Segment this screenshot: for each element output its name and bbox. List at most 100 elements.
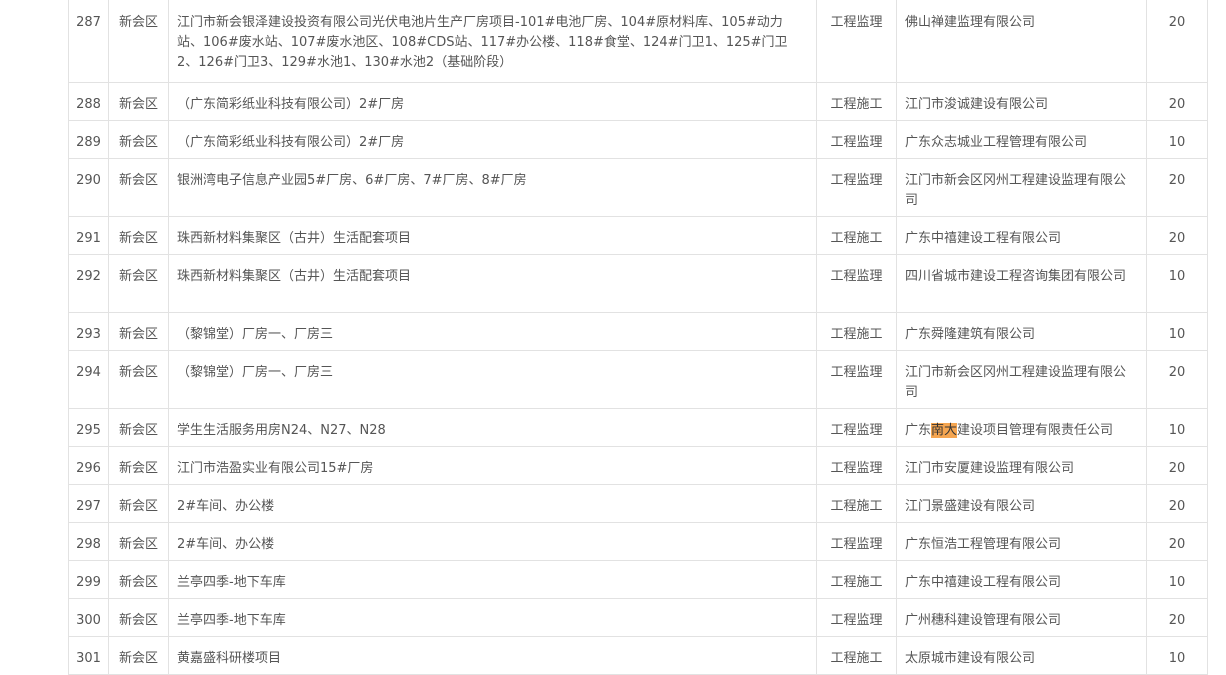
work-type-cell: 工程施工 — [816, 82, 897, 121]
score-cell: 10 — [1146, 560, 1208, 599]
table-row: 297 新会区 2#车间、办公楼 工程施工 江门景盛建设有限公司 20 — [68, 484, 1208, 523]
score-cell: 20 — [1146, 598, 1208, 637]
score-cell: 10 — [1146, 312, 1208, 351]
district-cell: 新会区 — [108, 120, 169, 159]
project-name-cell: 2#车间、办公楼 — [168, 484, 817, 523]
district-cell: 新会区 — [108, 216, 169, 255]
district-cell: 新会区 — [108, 158, 169, 217]
project-name-cell: 江门市新会银泽建设投资有限公司光伏电池片生产厂房项目-101#电池厂房、104#… — [168, 0, 817, 83]
district-cell: 新会区 — [108, 0, 169, 83]
work-type-cell: 工程监理 — [816, 158, 897, 217]
row-number: 289 — [68, 120, 109, 159]
score-cell: 20 — [1146, 216, 1208, 255]
table-row: 296 新会区 江门市浩盈实业有限公司15#厂房 工程监理 江门市安厦建设监理有… — [68, 446, 1208, 485]
score-cell: 20 — [1146, 484, 1208, 523]
row-number: 294 — [68, 350, 109, 409]
score-cell: 20 — [1146, 158, 1208, 217]
project-name-cell: 2#车间、办公楼 — [168, 522, 817, 561]
district-cell: 新会区 — [108, 312, 169, 351]
row-number: 295 — [68, 408, 109, 447]
company-cell: 四川省城市建设工程咨询集团有限公司 — [896, 254, 1147, 313]
work-type-cell: 工程施工 — [816, 216, 897, 255]
project-name-cell: 珠西新材料集聚区（古井）生活配套项目 — [168, 254, 817, 313]
table-row: 288 新会区 （广东简彩纸业科技有限公司）2#厂房 工程施工 江门市浚诚建设有… — [68, 82, 1208, 121]
work-type-cell: 工程监理 — [816, 522, 897, 561]
row-number: 301 — [68, 636, 109, 675]
district-cell: 新会区 — [108, 446, 169, 485]
table-row: 298 新会区 2#车间、办公楼 工程监理 广东恒浩工程管理有限公司 20 — [68, 522, 1208, 561]
results-table: 287 新会区 江门市新会银泽建设投资有限公司光伏电池片生产厂房项目-101#电… — [68, 0, 1208, 675]
table-row: 299 新会区 兰亭四季-地下车库 工程施工 广东中禧建设工程有限公司 10 — [68, 560, 1208, 599]
district-cell: 新会区 — [108, 560, 169, 599]
row-number: 288 — [68, 82, 109, 121]
score-cell: 20 — [1146, 446, 1208, 485]
project-name-cell: （广东简彩纸业科技有限公司）2#厂房 — [168, 120, 817, 159]
district-cell: 新会区 — [108, 82, 169, 121]
company-cell: 江门市新会区冈州工程建设监理有限公司 — [896, 158, 1147, 217]
work-type-cell: 工程施工 — [816, 636, 897, 675]
district-cell: 新会区 — [108, 598, 169, 637]
company-cell: 江门市安厦建设监理有限公司 — [896, 446, 1147, 485]
project-name-cell: （广东简彩纸业科技有限公司）2#厂房 — [168, 82, 817, 121]
row-number: 291 — [68, 216, 109, 255]
work-type-cell: 工程监理 — [816, 120, 897, 159]
row-number: 297 — [68, 484, 109, 523]
company-cell: 广东中禧建设工程有限公司 — [896, 216, 1147, 255]
project-name-cell: 银洲湾电子信息产业园5#厂房、6#厂房、7#厂房、8#厂房 — [168, 158, 817, 217]
row-number: 300 — [68, 598, 109, 637]
district-cell: 新会区 — [108, 408, 169, 447]
project-name-cell: 珠西新材料集聚区（古井）生活配套项目 — [168, 216, 817, 255]
score-cell: 10 — [1146, 254, 1208, 313]
score-cell: 20 — [1146, 82, 1208, 121]
company-name-prefix: 广东 — [905, 423, 932, 438]
score-cell: 10 — [1146, 120, 1208, 159]
project-name-cell: 兰亭四季-地下车库 — [168, 560, 817, 599]
search-highlight: 南大 — [931, 423, 958, 438]
company-cell: 广东中禧建设工程有限公司 — [896, 560, 1147, 599]
table-row: 292 新会区 珠西新材料集聚区（古井）生活配套项目 工程监理 四川省城市建设工… — [68, 254, 1208, 313]
row-number: 293 — [68, 312, 109, 351]
score-cell: 20 — [1146, 350, 1208, 409]
company-cell: 广州穗科建设管理有限公司 — [896, 598, 1147, 637]
work-type-cell: 工程施工 — [816, 484, 897, 523]
project-name-cell: 兰亭四季-地下车库 — [168, 598, 817, 637]
company-name-suffix: 建设项目管理有限责任公司 — [957, 423, 1114, 438]
company-cell: 江门市新会区冈州工程建设监理有限公司 — [896, 350, 1147, 409]
work-type-cell: 工程监理 — [816, 408, 897, 447]
company-cell: 广东舜隆建筑有限公司 — [896, 312, 1147, 351]
row-number: 296 — [68, 446, 109, 485]
district-cell: 新会区 — [108, 522, 169, 561]
company-cell: 太原城市建设有限公司 — [896, 636, 1147, 675]
row-number: 292 — [68, 254, 109, 313]
row-number: 290 — [68, 158, 109, 217]
table-row: 294 新会区 （黎锦堂）厂房一、厂房三 工程监理 江门市新会区冈州工程建设监理… — [68, 350, 1208, 409]
project-name-cell: （黎锦堂）厂房一、厂房三 — [168, 350, 817, 409]
company-cell: 广东恒浩工程管理有限公司 — [896, 522, 1147, 561]
table-row: 295 新会区 学生生活服务用房N24、N27、N28 工程监理 广东南大建设项… — [68, 408, 1208, 447]
work-type-cell: 工程监理 — [816, 598, 897, 637]
table-row: 291 新会区 珠西新材料集聚区（古井）生活配套项目 工程施工 广东中禧建设工程… — [68, 216, 1208, 255]
project-name-cell: 江门市浩盈实业有限公司15#厂房 — [168, 446, 817, 485]
table-row: 301 新会区 黄嘉盛科研楼项目 工程施工 太原城市建设有限公司 10 — [68, 636, 1208, 675]
company-cell: 广东南大建设项目管理有限责任公司 — [896, 408, 1147, 447]
score-cell: 10 — [1146, 636, 1208, 675]
district-cell: 新会区 — [108, 636, 169, 675]
row-number: 299 — [68, 560, 109, 599]
company-cell: 广东众志城业工程管理有限公司 — [896, 120, 1147, 159]
work-type-cell: 工程施工 — [816, 312, 897, 351]
table-row: 289 新会区 （广东简彩纸业科技有限公司）2#厂房 工程监理 广东众志城业工程… — [68, 120, 1208, 159]
work-type-cell: 工程监理 — [816, 446, 897, 485]
score-cell: 20 — [1146, 522, 1208, 561]
company-cell: 佛山禅建监理有限公司 — [896, 0, 1147, 83]
work-type-cell: 工程监理 — [816, 0, 897, 83]
work-type-cell: 工程监理 — [816, 254, 897, 313]
project-name-cell: 学生生活服务用房N24、N27、N28 — [168, 408, 817, 447]
table-row: 293 新会区 （黎锦堂）厂房一、厂房三 工程施工 广东舜隆建筑有限公司 10 — [68, 312, 1208, 351]
table-row: 290 新会区 银洲湾电子信息产业园5#厂房、6#厂房、7#厂房、8#厂房 工程… — [68, 158, 1208, 217]
project-name-cell: 黄嘉盛科研楼项目 — [168, 636, 817, 675]
project-name-cell: （黎锦堂）厂房一、厂房三 — [168, 312, 817, 351]
row-number: 298 — [68, 522, 109, 561]
work-type-cell: 工程监理 — [816, 350, 897, 409]
score-cell: 10 — [1146, 408, 1208, 447]
score-cell: 20 — [1146, 0, 1208, 83]
